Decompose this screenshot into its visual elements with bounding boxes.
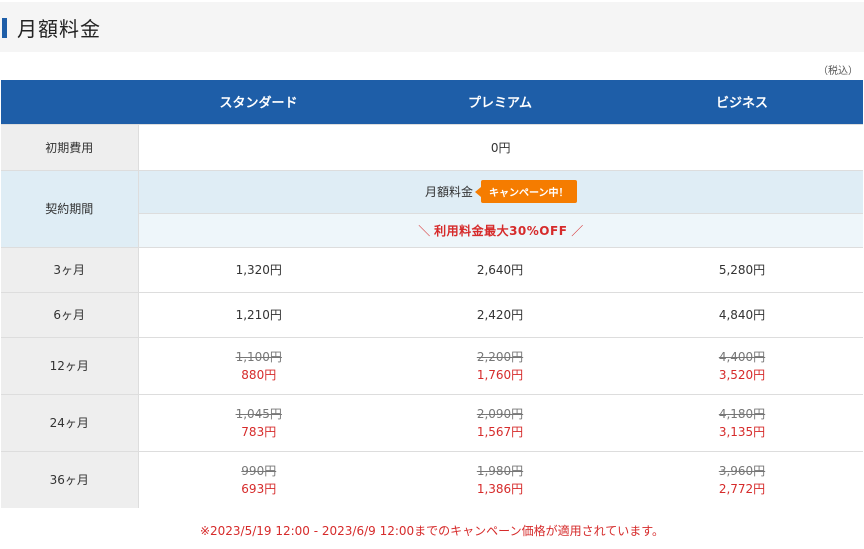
sale-price: 880円 — [241, 367, 277, 382]
price-business: 3,960円 2,772円 — [621, 450, 863, 508]
plan-header-standard: スタンダード — [138, 80, 379, 124]
period-label: 3ヶ月 — [1, 246, 139, 292]
table-row: 3ヶ月 1,320円 2,640円 5,280円 — [1, 246, 863, 292]
plan-header-row: スタンダード プレミアム ビジネス — [1, 80, 863, 124]
plan-header-premium: プレミアム — [379, 80, 621, 124]
sale-price: 693円 — [241, 481, 277, 496]
header-empty-cell — [1, 80, 138, 124]
tax-note: （税込） — [818, 66, 858, 77]
regular-price: 1,045円 — [235, 406, 282, 421]
monthly-fee-label: 月額料金 — [424, 185, 473, 199]
regular-price: 1,100円 — [235, 349, 282, 364]
period-label: 12ヶ月 — [1, 336, 139, 394]
table-row: 6ヶ月 1,210円 2,420円 4,840円 — [1, 291, 863, 337]
table-row: 36ヶ月 990円 693円 1,980円 1,386円 3,960円 2,77… — [1, 450, 863, 508]
campaign-footnote: ※2023/5/19 12:00 - 2023/6/9 12:00までのキャンペ… — [199, 524, 665, 538]
price-business: 4,180円 3,135円 — [621, 393, 863, 451]
discount-open-mark: ＼ — [418, 223, 431, 238]
price-standard: 1,210円 — [138, 291, 379, 337]
regular-price: 3,960円 — [718, 463, 766, 478]
contract-period-row: 契約期間 月額料金 キャンペーン中！ — [1, 169, 863, 247]
table-row: 24ヶ月 1,045円 783円 2,090円 1,567円 4,180円 3,… — [1, 393, 863, 451]
price-premium: 2,420円 — [379, 291, 621, 337]
price-business: 5,280円 — [621, 246, 863, 292]
price-standard: 1,100円 880円 — [138, 336, 379, 394]
regular-price: 4,400円 — [718, 349, 766, 364]
period-label: 36ヶ月 — [1, 450, 139, 508]
sale-price: 2,772円 — [718, 481, 766, 496]
sale-price: 1,567円 — [476, 424, 524, 439]
regular-price: 2,090円 — [476, 406, 524, 421]
campaign-badge: キャンペーン中！ — [475, 180, 577, 203]
page-title: 月額料金 — [17, 17, 101, 41]
price-premium: 1,980円 1,386円 — [379, 450, 621, 508]
section-header: 月額料金 — [0, 2, 864, 52]
price-premium: 2,200円 1,760円 — [379, 336, 621, 394]
regular-price: 990円 — [241, 463, 277, 478]
initial-fee-row: 初期費用 0円 — [1, 123, 863, 170]
sale-price: 1,760円 — [476, 367, 524, 382]
title-accent-bar — [2, 18, 7, 38]
sale-price: 1,386円 — [476, 481, 524, 496]
price-standard: 1,045円 783円 — [138, 393, 379, 451]
initial-fee-value: 0円 — [138, 123, 863, 170]
period-label: 24ヶ月 — [1, 393, 139, 451]
plan-header-business: ビジネス — [621, 80, 863, 124]
discount-banner: ＼ 利用料金最大30%OFF ／ — [138, 212, 863, 247]
pricing-table: スタンダード プレミアム ビジネス 初期費用 0円 契約期間 月額料金 キャンペ… — [1, 80, 863, 508]
period-label: 6ヶ月 — [1, 291, 139, 337]
regular-price: 2,200円 — [476, 349, 524, 364]
contract-period-label: 契約期間 — [1, 169, 139, 247]
sale-price: 3,135円 — [718, 424, 766, 439]
discount-close-mark: ／ — [571, 223, 584, 238]
sale-price: 783円 — [241, 424, 277, 439]
sale-price: 3,520円 — [718, 367, 766, 382]
discount-text: 利用料金最大30%OFF — [434, 223, 568, 238]
price-premium: 2,090円 1,567円 — [379, 393, 621, 451]
initial-fee-label: 初期費用 — [1, 123, 139, 170]
price-business: 4,840円 — [621, 291, 863, 337]
price-standard: 990円 693円 — [138, 450, 379, 508]
regular-price: 1,980円 — [476, 463, 524, 478]
price-premium: 2,640円 — [379, 246, 621, 292]
monthly-fee-cell: 月額料金 キャンペーン中！ — [138, 169, 863, 213]
regular-price: 4,180円 — [718, 406, 766, 421]
price-business: 4,400円 3,520円 — [621, 336, 863, 394]
table-row: 12ヶ月 1,100円 880円 2,200円 1,760円 4,400円 3,… — [1, 336, 863, 394]
price-standard: 1,320円 — [138, 246, 379, 292]
